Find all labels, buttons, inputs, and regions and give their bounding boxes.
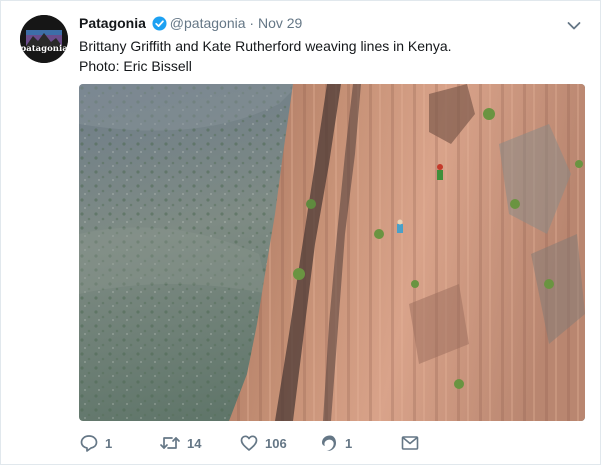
tweet-text: Brittany Griffith and Kate Rutherford we… <box>79 36 452 76</box>
reply-button[interactable]: 1 <box>79 431 112 455</box>
svg-text:patagonia: patagonia <box>20 44 68 54</box>
tweet-timestamp[interactable]: Nov 29 <box>258 15 302 31</box>
retweet-icon <box>160 437 180 449</box>
tweet-text-line: Brittany Griffith and Kate Rutherford we… <box>79 38 452 54</box>
retweet-button[interactable]: 14 <box>159 431 201 455</box>
tweet-photo[interactable] <box>79 84 585 421</box>
like-count: 106 <box>265 435 287 451</box>
author-handle[interactable]: @patagonia <box>170 15 246 31</box>
tweet-card[interactable]: patagonia Patagonia @patagonia · Nov 29 … <box>0 0 601 465</box>
verified-badge-icon <box>152 16 167 35</box>
retweet-count: 14 <box>187 435 202 451</box>
separator: · <box>249 15 255 31</box>
heart-icon <box>240 435 258 451</box>
like-button[interactable]: 106 <box>239 431 287 455</box>
envelope-icon <box>401 436 419 450</box>
tweet-header: Patagonia @patagonia · Nov 29 <box>79 14 302 35</box>
reply-icon <box>80 435 98 452</box>
author-name[interactable]: Patagonia <box>79 15 146 31</box>
photo-credit: Photo: Eric Bissell <box>79 58 192 74</box>
chevron-down-icon[interactable] <box>567 18 581 30</box>
climbing-photo <box>79 84 585 421</box>
moments-count: 1 <box>345 435 353 451</box>
direct-message-button[interactable] <box>401 431 419 455</box>
reply-count: 1 <box>105 435 113 451</box>
moments-swirl-icon <box>322 435 336 452</box>
patagonia-logo-icon: patagonia <box>20 15 68 63</box>
avatar[interactable]: patagonia <box>20 15 68 63</box>
moments-button[interactable]: 1 <box>319 431 352 455</box>
